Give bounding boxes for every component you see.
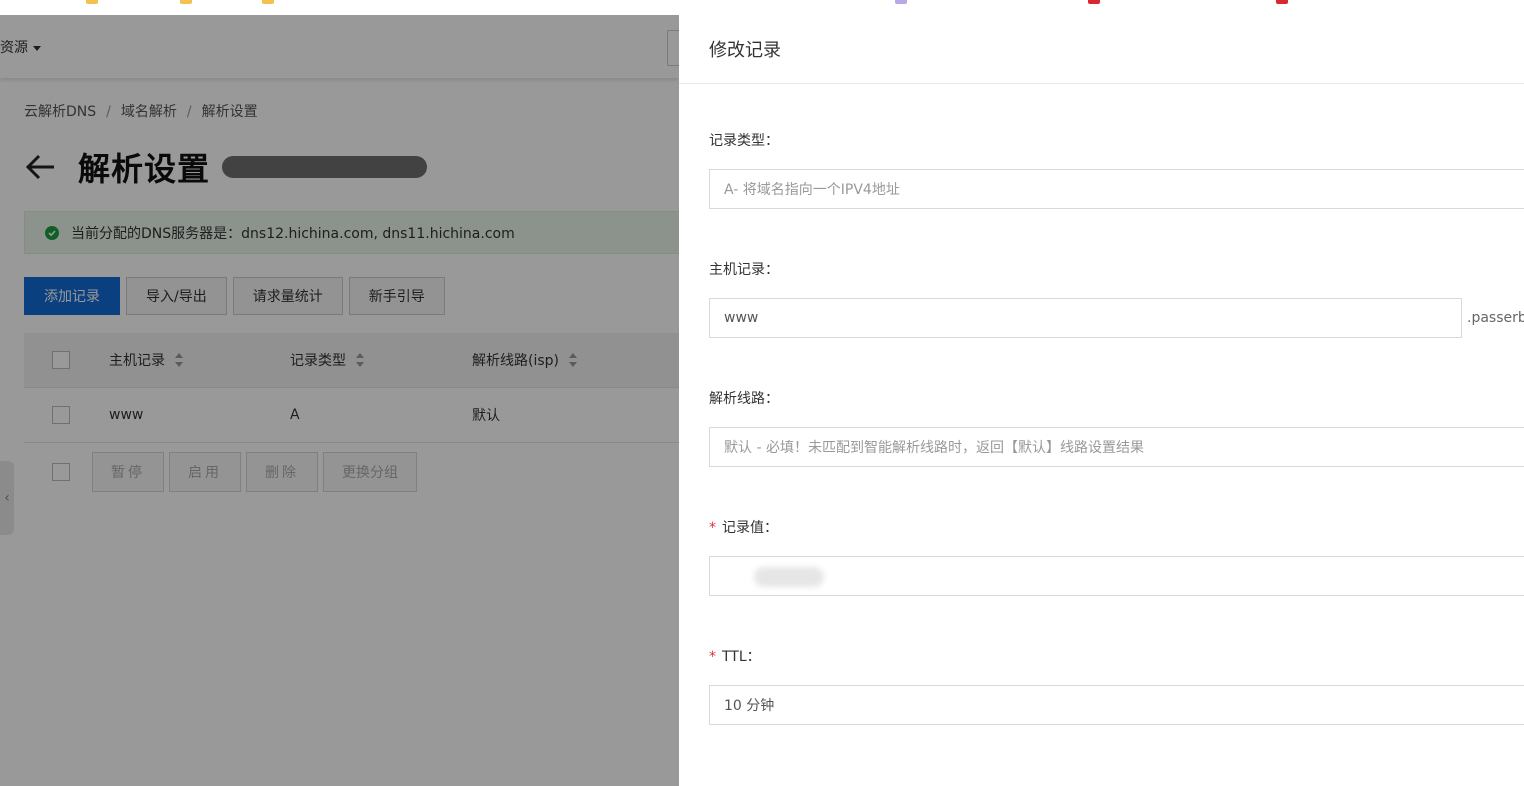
bookmark-folder-icon[interactable] — [180, 0, 192, 4]
required-mark: * — [709, 520, 716, 536]
record-type-label: 记录类型： — [709, 133, 779, 149]
record-value-label: * 记录值： — [709, 520, 778, 536]
bookmark-icon[interactable] — [895, 0, 907, 4]
host-input[interactable]: www — [709, 298, 1462, 338]
modal-overlay[interactable] — [0, 15, 679, 786]
record-value-input[interactable] — [709, 556, 1524, 596]
record-type-select[interactable]: A- 将域名指向一个IPV4地址 — [709, 169, 1524, 209]
bookmarks-bar — [0, 0, 1524, 16]
bookmark-icon[interactable] — [1276, 0, 1288, 4]
line-value: 默认 - 必填！未匹配到智能解析线路时，返回【默认】线路设置结果 — [724, 440, 1144, 456]
edit-record-drawer: 修改记录 记录类型： A- 将域名指向一个IPV4地址 主机记录： www .p… — [679, 15, 1524, 786]
domain-suffix: .passerby — [1467, 310, 1524, 326]
ttl-label: * TTL： — [709, 649, 761, 665]
ttl-value: 10 分钟 — [724, 698, 775, 714]
bookmark-icon[interactable] — [1088, 0, 1100, 4]
line-label: 解析线路： — [709, 391, 779, 407]
line-select[interactable]: 默认 - 必填！未匹配到智能解析线路时，返回【默认】线路设置结果 — [709, 427, 1524, 467]
drawer-title: 修改记录 — [679, 15, 1524, 84]
required-mark: * — [709, 649, 716, 665]
record-type-value: A- 将域名指向一个IPV4地址 — [724, 182, 900, 198]
redacted-value — [754, 567, 824, 587]
bookmark-folder-icon[interactable] — [262, 0, 274, 4]
ttl-select[interactable]: 10 分钟 — [709, 685, 1524, 725]
host-value: www — [724, 310, 759, 326]
bookmark-folder-icon[interactable] — [86, 0, 98, 4]
host-label: 主机记录： — [709, 262, 779, 278]
